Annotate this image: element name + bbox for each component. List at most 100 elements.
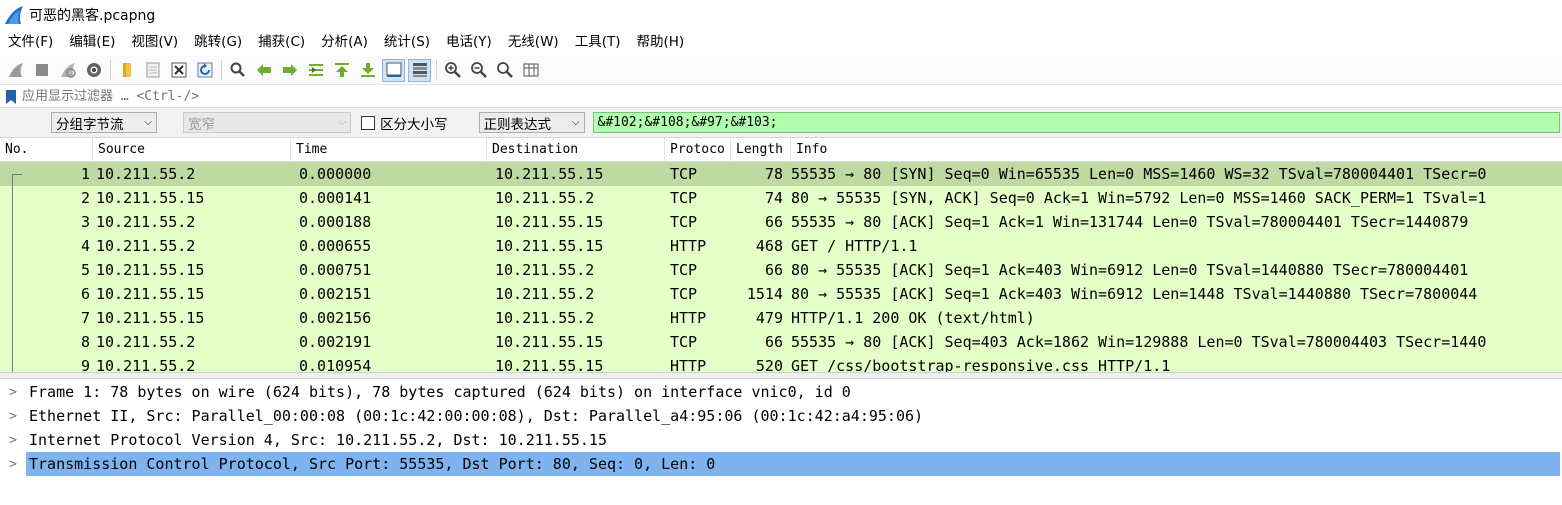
find-string-input[interactable]: &#102;&#108;&#97;&#103; — [592, 112, 1560, 133]
packet-row[interactable]: 4 10.211.55.2 0.000655 10.211.55.15 HTTP… — [0, 234, 1562, 258]
menu-tools[interactable]: 工具(T) — [567, 30, 629, 55]
colorize-button[interactable] — [408, 58, 431, 82]
menu-telephony[interactable]: 电话(Y) — [438, 30, 500, 55]
column-header-destination[interactable]: Destination — [487, 138, 665, 162]
packet-row[interactable]: 3 10.211.55.2 0.000188 10.211.55.15 TCP … — [0, 210, 1562, 234]
menu-file[interactable]: 文件(F) — [0, 30, 61, 55]
packet-row[interactable]: 9 10.211.55.2 0.010954 10.211.55.15 HTTP… — [0, 354, 1562, 372]
colorize-icon — [412, 63, 427, 77]
packet-info: 55535 → 80 [ACK] Seq=403 Ack=1862 Win=12… — [791, 333, 1487, 351]
capture-options-button[interactable] — [82, 59, 105, 82]
packet-row[interactable]: 1 10.211.55.2 0.000000 10.211.55.15 TCP … — [0, 162, 1562, 186]
menu-statistics[interactable]: 统计(S) — [376, 30, 438, 55]
normal-size-button[interactable] — [493, 59, 516, 82]
column-header-time[interactable]: Time — [291, 138, 487, 162]
pane-splitter[interactable] — [0, 372, 1562, 379]
go-to-packet-button[interactable] — [304, 59, 327, 82]
menu-go[interactable]: 跳转(G) — [186, 30, 250, 55]
packet-protocol: TCP — [670, 165, 698, 183]
chevron-right-icon[interactable]: > — [0, 433, 26, 448]
save-file-button[interactable] — [141, 59, 164, 82]
zoom-in-button[interactable] — [441, 59, 464, 82]
packet-time: 0.000751 — [299, 261, 372, 279]
menu-help[interactable]: 帮助(H) — [628, 30, 692, 55]
packet-protocol: TCP — [670, 333, 698, 351]
auto-scroll-button[interactable] — [382, 58, 405, 82]
menu-capture[interactable]: 捕获(C) — [250, 30, 313, 55]
chevron-right-icon[interactable]: > — [0, 457, 26, 472]
menu-analyze[interactable]: 分析(A) — [313, 30, 376, 55]
detail-item-label: Transmission Control Protocol, Src Port:… — [26, 452, 1560, 476]
conversation-line — [12, 186, 13, 210]
packet-no: 3 — [0, 210, 93, 234]
packet-info: 80 → 55535 [SYN, ACK] Seq=0 Ack=1 Win=57… — [791, 189, 1487, 207]
column-header-protocol[interactable]: Protoco — [665, 138, 731, 162]
packet-time: 0.000000 — [299, 165, 372, 183]
bookmark-icon[interactable] — [4, 89, 18, 105]
display-filter-input[interactable] — [22, 86, 1562, 107]
detail-tree-item[interactable]: > Transmission Control Protocol, Src Por… — [0, 452, 1562, 476]
go-back-button[interactable] — [252, 59, 275, 82]
packet-destination: 10.211.55.15 — [495, 333, 604, 351]
toolbar-separator — [221, 60, 222, 80]
zoom-out-button[interactable] — [467, 59, 490, 82]
chevron-right-icon[interactable]: > — [0, 385, 26, 400]
stop-icon — [35, 64, 48, 76]
detail-tree-item[interactable]: > Internet Protocol Version 4, Src: 10.2… — [0, 428, 1562, 452]
go-forward-button[interactable] — [278, 59, 301, 82]
conversation-line — [12, 330, 13, 354]
document-icon — [146, 62, 159, 78]
toolbar-separator — [436, 60, 437, 80]
find-packet-button[interactable] — [226, 59, 249, 82]
chevron-down-icon: ⌵ — [338, 117, 346, 128]
search-in-select[interactable]: 分组字节流 ⌵ — [51, 112, 157, 133]
folder-icon — [122, 63, 131, 77]
column-header-no[interactable]: No. — [0, 138, 93, 162]
packet-length: 1514 — [746, 285, 783, 303]
restart-capture-button[interactable] — [56, 59, 79, 82]
resize-columns-button[interactable] — [519, 59, 542, 82]
packet-row[interactable]: 7 10.211.55.15 0.002156 10.211.55.2 HTTP… — [0, 306, 1562, 330]
detail-tree-item[interactable]: > Frame 1: 78 bytes on wire (624 bits), … — [0, 380, 1562, 404]
packet-destination: 10.211.55.15 — [495, 237, 604, 255]
menu-wireless[interactable]: 无线(W) — [500, 30, 567, 55]
column-header-info[interactable]: Info — [791, 138, 1562, 162]
window-title: 可恶的黑客.pcapng — [29, 8, 156, 24]
packet-source: 10.211.55.2 — [96, 333, 196, 351]
packet-details-pane: > Frame 1: 78 bytes on wire (624 bits), … — [0, 379, 1562, 505]
packet-length: 479 — [755, 309, 783, 327]
menu-view[interactable]: 视图(V) — [123, 30, 186, 55]
menu-edit[interactable]: 编辑(E) — [61, 30, 123, 55]
column-header-source[interactable]: Source — [93, 138, 291, 162]
packet-source: 10.211.55.2 — [96, 237, 196, 255]
open-file-button[interactable] — [115, 59, 138, 82]
packet-info: GET / HTTP/1.1 — [791, 237, 918, 255]
detail-tree-item[interactable]: > Ethernet II, Src: Parallel_00:00:08 (0… — [0, 404, 1562, 428]
case-sensitive-checkbox[interactable] — [361, 115, 375, 130]
go-first-packet-button[interactable] — [330, 59, 353, 82]
packet-info: 80 → 55535 [ACK] Seq=1 Ack=403 Win=6912 … — [791, 285, 1478, 303]
zoom-in-icon — [444, 62, 461, 78]
packet-row[interactable]: 6 10.211.55.15 0.002151 10.211.55.2 TCP … — [0, 282, 1562, 306]
stop-capture-button[interactable] — [30, 59, 53, 82]
packet-source: 10.211.55.2 — [96, 357, 196, 372]
packet-row[interactable]: 8 10.211.55.2 0.002191 10.211.55.15 TCP … — [0, 330, 1562, 354]
column-header-length[interactable]: Length — [731, 138, 791, 162]
packet-time: 0.002156 — [299, 309, 372, 327]
conversation-line — [12, 282, 13, 306]
packet-row[interactable]: 2 10.211.55.15 0.000141 10.211.55.2 TCP … — [0, 186, 1562, 210]
go-last-packet-button[interactable] — [356, 59, 379, 82]
case-sensitive-label: 区分大小写 — [380, 116, 448, 133]
packet-source: 10.211.55.15 — [96, 309, 205, 327]
chevron-right-icon[interactable]: > — [0, 409, 26, 424]
reload-file-button[interactable] — [193, 59, 216, 82]
packet-row[interactable]: 5 10.211.55.15 0.000751 10.211.55.2 TCP … — [0, 258, 1562, 282]
packet-length: 74 — [764, 189, 783, 207]
packet-no: 7 — [0, 306, 93, 330]
packet-destination: 10.211.55.15 — [495, 357, 604, 372]
search-type-select[interactable]: 正则表达式 ⌵ — [478, 112, 585, 133]
search-icon — [230, 62, 245, 77]
start-capture-button[interactable] — [4, 59, 27, 82]
close-file-button[interactable] — [167, 59, 190, 82]
packet-info: HTTP/1.1 200 OK (text/html) — [791, 309, 1035, 327]
